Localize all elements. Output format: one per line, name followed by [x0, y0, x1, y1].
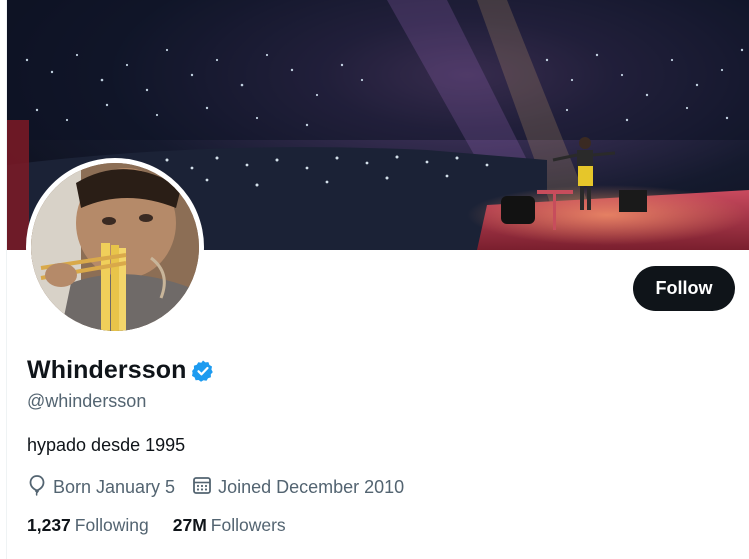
- followers-label: Followers: [210, 515, 286, 535]
- profile-meta: Born January 5 Joined December 2010: [27, 474, 421, 501]
- joined-text: Joined December 2010: [218, 477, 405, 497]
- followers-link[interactable]: 27M Followers: [173, 515, 286, 536]
- avatar-illustration: [31, 163, 199, 331]
- joined-item: Joined December 2010: [192, 475, 404, 500]
- display-name: Whindersson: [27, 356, 187, 384]
- followers-count: 27M: [172, 515, 207, 535]
- following-label: Following: [74, 515, 149, 535]
- verified-badge-icon[interactable]: [191, 359, 215, 383]
- page-left-border: [0, 0, 7, 559]
- calendar-icon: [192, 475, 218, 500]
- profile-bio: hypado desde 1995: [27, 435, 186, 455]
- follow-stats: 1,237 Following 27M Followers: [27, 515, 310, 536]
- following-link[interactable]: 1,237 Following: [27, 515, 149, 536]
- profile-avatar[interactable]: [26, 158, 204, 336]
- avatar-photo: [31, 163, 199, 331]
- display-name-row: Whindersson: [27, 356, 215, 385]
- birthday-item: Born January 5: [27, 474, 175, 501]
- birthday-text: Born January 5: [53, 477, 176, 497]
- follow-button[interactable]: Follow: [633, 266, 735, 311]
- following-count: 1,237: [27, 515, 71, 535]
- balloon-icon: [27, 474, 53, 501]
- user-handle: @whindersson: [27, 391, 147, 411]
